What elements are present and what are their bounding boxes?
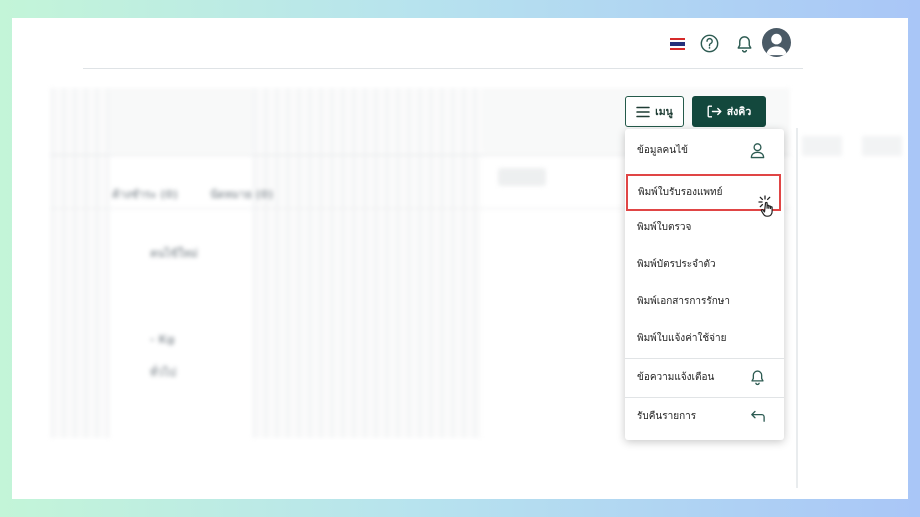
- send-queue-label: ส่งคิว: [726, 106, 752, 118]
- menu-item-label: พิมพ์เอกสารการรักษา: [637, 296, 731, 307]
- menu-item-label: พิมพ์ใบรับรองแพทย์: [638, 187, 723, 198]
- tab-appointment: นัดหมาย (0): [210, 188, 274, 201]
- menu-button[interactable]: เมนู: [625, 96, 684, 127]
- bell-icon[interactable]: [735, 34, 754, 54]
- menu-item-return-items[interactable]: รับคืนรายการ: [625, 398, 784, 435]
- weight-label: - Kg: [150, 333, 175, 346]
- menu-dropdown: ข้อมูลคนไข้ พิมพ์ใบรับรองแพทย์ พิมพ์ใบตร…: [625, 129, 784, 440]
- hamburger-icon: [636, 106, 650, 117]
- menu-item-label: พิมพ์ใบแจ้งค่าใช้จ่าย: [637, 333, 727, 344]
- menu-item-notifications[interactable]: ข้อความแจ้งเตือน: [625, 359, 784, 396]
- bell-icon: [751, 370, 764, 386]
- menu-button-label: เมนู: [655, 106, 673, 118]
- logout-arrow-icon: [707, 105, 722, 118]
- menu-item-label: พิมพ์ใบตรวจ: [637, 222, 692, 233]
- menu-item-patient-info[interactable]: ข้อมูลคนไข้: [625, 132, 784, 169]
- hand-cursor-icon: [758, 195, 773, 217]
- help-circle-icon[interactable]: [700, 34, 719, 53]
- user-icon: [750, 143, 765, 159]
- app-window: ค้างชำระ (0) นัดหมาย (0) คนไข้ใหม่ - Kg …: [12, 18, 908, 499]
- user-avatar-icon[interactable]: [762, 28, 791, 57]
- new-patient-label: คนไข้ใหม่: [150, 247, 198, 260]
- return-arrow-icon: [751, 410, 765, 422]
- menu-item-label: ข้อความแจ้งเตือน: [637, 372, 715, 383]
- tab-pending: ค้างชำระ (0): [112, 188, 178, 201]
- general-label: ทั่วไป: [150, 366, 176, 379]
- menu-item-print-invoice[interactable]: พิมพ์ใบแจ้งค่าใช้จ่าย: [625, 320, 784, 357]
- scrollbar[interactable]: [796, 128, 798, 488]
- menu-item-label: รับคืนรายการ: [637, 411, 697, 422]
- header-divider: [83, 68, 803, 69]
- menu-item-print-treatment-docs[interactable]: พิมพ์เอกสารการรักษา: [625, 283, 784, 320]
- menu-item-label: ข้อมูลคนไข้: [637, 145, 688, 156]
- send-queue-button[interactable]: ส่งคิว: [692, 96, 766, 127]
- menu-item-label: พิมพ์บัตรประจำตัว: [637, 259, 716, 270]
- menu-item-print-id-card[interactable]: พิมพ์บัตรประจำตัว: [625, 246, 784, 283]
- thai-flag-icon[interactable]: [670, 38, 685, 50]
